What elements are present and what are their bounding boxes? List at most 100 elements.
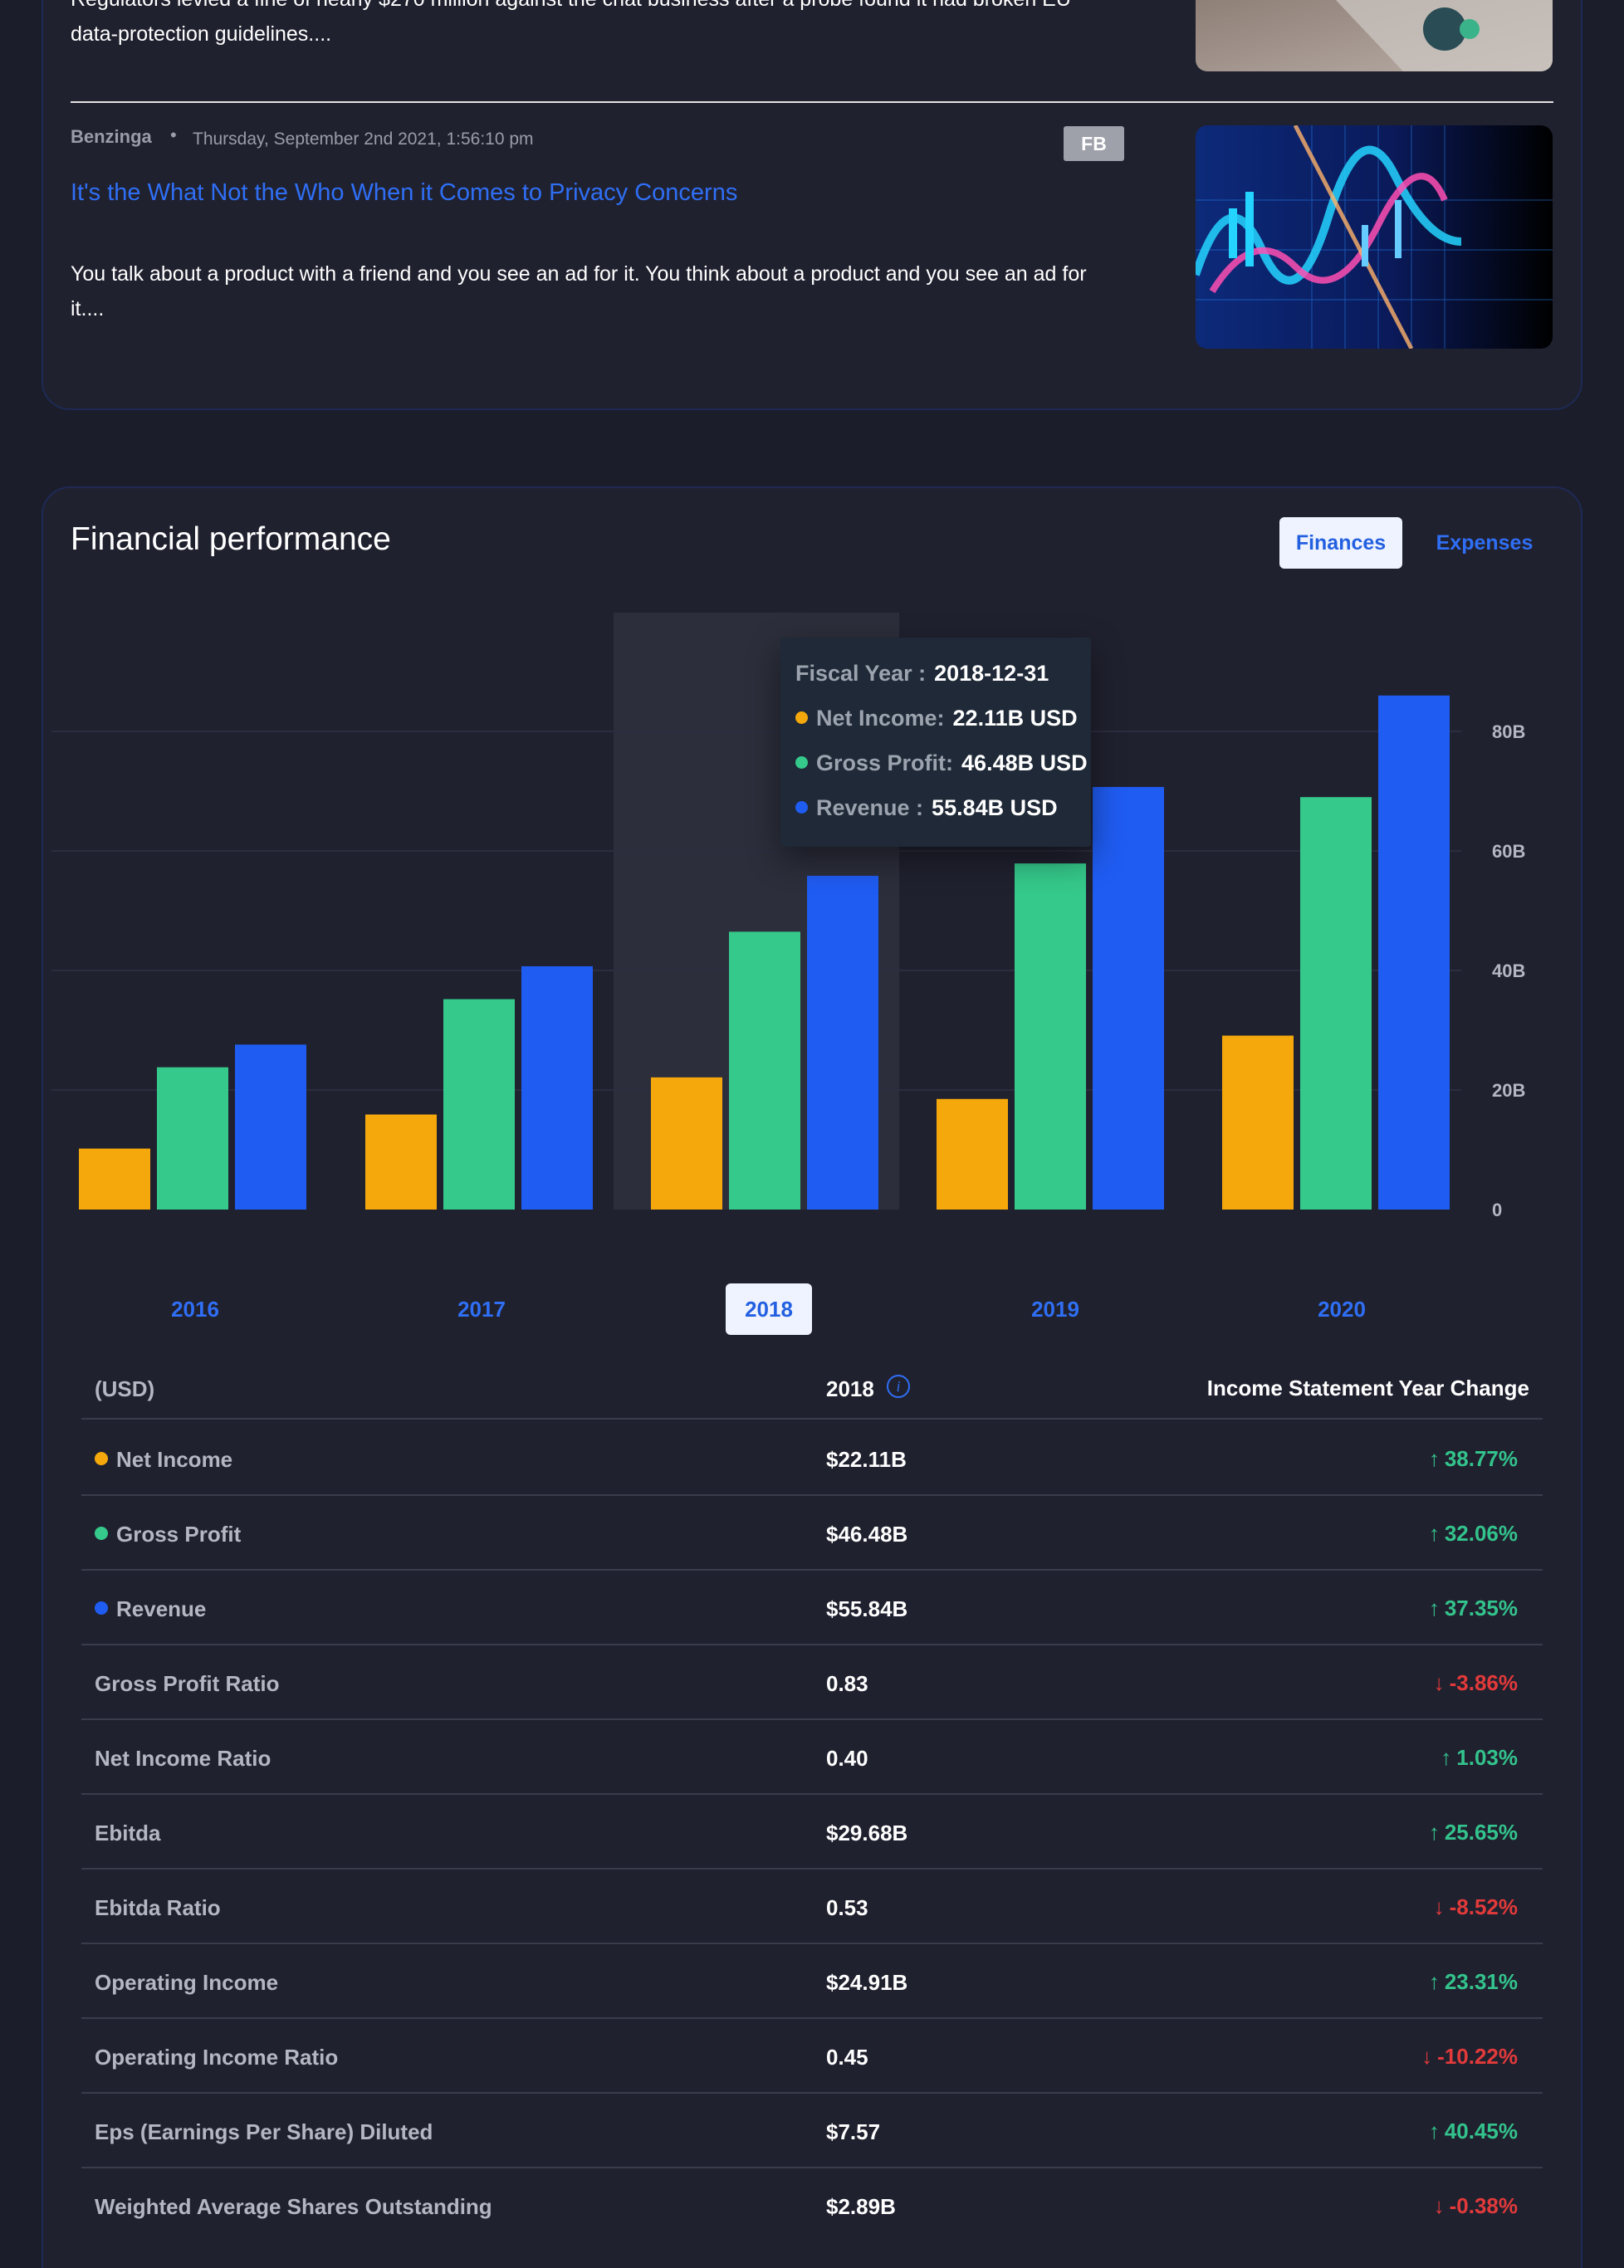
tooltip-value: 2018-12-31 — [934, 661, 1049, 686]
row-value: $24.91B — [826, 1970, 908, 1995]
row-value: $55.84B — [826, 1596, 908, 1621]
year-header: 2018 — [826, 1376, 874, 1401]
arrow-up-icon: ↑ — [1428, 1446, 1440, 1471]
row-change-value: -8.52% — [1449, 1894, 1518, 1919]
row-value: 0.53 — [826, 1895, 868, 1920]
row-change-value: 32.06% — [1444, 1521, 1518, 1546]
series-dot — [95, 1527, 108, 1540]
bar-net-income[interactable] — [651, 1077, 722, 1210]
row-value: 0.83 — [826, 1671, 868, 1696]
year-button-2019[interactable]: 2019 — [1012, 1283, 1098, 1335]
row-change-value: -10.22% — [1437, 2044, 1518, 2069]
bar-revenue[interactable] — [521, 965, 593, 1210]
year-button-2020[interactable]: 2020 — [1299, 1283, 1385, 1335]
row-value: 0.40 — [826, 1746, 868, 1771]
row-value: $22.11B — [826, 1447, 907, 1472]
row-label-text: Gross Profit Ratio — [95, 1671, 280, 1696]
row-label-text: Net Income — [116, 1447, 233, 1472]
row-change-value: -0.38% — [1449, 2193, 1518, 2218]
y-tick-label: 40B — [1492, 960, 1525, 981]
year-change-header: Income Statement Year Change — [1206, 1376, 1529, 1400]
row-change-value: 40.45% — [1444, 2119, 1518, 2143]
bar-revenue[interactable] — [1093, 786, 1164, 1210]
bar-revenue[interactable] — [235, 1044, 306, 1210]
row-label: Eps (Earnings Per Share) Diluted — [95, 2119, 433, 2145]
table-row: Gross Profit $46.48B ↑ 32.06% — [81, 1496, 1543, 1571]
row-label-text: Gross Profit — [116, 1522, 242, 1547]
row-change: ↑ 37.35% — [1429, 1596, 1518, 1621]
bar-net-income[interactable] — [365, 1114, 437, 1210]
tooltip-net-income: Net Income: 22.11B USD — [795, 706, 1078, 731]
info-icon[interactable]: i — [887, 1375, 910, 1398]
row-label: Ebitda — [95, 1821, 160, 1846]
row-label-text: Eps (Earnings Per Share) Diluted — [95, 2119, 433, 2144]
row-change-value: 23.31% — [1444, 1969, 1518, 1994]
gross-profit-dot — [795, 756, 808, 769]
row-value: $2.89B — [826, 2194, 896, 2219]
row-change: ↑ 40.45% — [1429, 2119, 1518, 2144]
row-label-text: Weighted Average Shares Outstanding — [95, 2194, 492, 2219]
year-button-2017[interactable]: 2017 — [438, 1283, 525, 1335]
arrow-up-icon: ↑ — [1428, 1969, 1440, 1994]
bar-net-income[interactable] — [937, 1098, 1008, 1210]
row-label: Operating Income Ratio — [95, 2045, 338, 2070]
row-change-value: 25.65% — [1444, 1820, 1518, 1845]
row-label: Net Income — [95, 1447, 232, 1473]
year-button-2016[interactable]: 2016 — [152, 1283, 238, 1335]
table-row: Gross Profit Ratio 0.83 ↓ -3.86% — [81, 1645, 1543, 1720]
tooltip-label: Revenue : — [816, 795, 924, 820]
row-change: ↑ 25.65% — [1429, 1820, 1518, 1845]
row-label: Gross Profit — [95, 1522, 241, 1547]
arrow-up-icon: ↑ — [1428, 1521, 1440, 1546]
tooltip-revenue: Revenue : 55.84B USD — [795, 795, 1058, 821]
arrow-up-icon: ↑ — [1428, 1820, 1440, 1845]
year-button-2018[interactable]: 2018 — [726, 1283, 812, 1335]
bar-revenue[interactable] — [1378, 695, 1450, 1210]
tooltip-label: Net Income: — [816, 706, 945, 731]
row-change: ↓ -3.86% — [1434, 1670, 1518, 1696]
row-label-text: Ebitda Ratio — [95, 1895, 221, 1920]
bar-net-income[interactable] — [1222, 1035, 1294, 1210]
arrow-down-icon: ↓ — [1433, 1894, 1445, 1919]
financial-bar-chart[interactable]: 0 20B 40B 60B 80B — [0, 0, 1624, 1262]
row-label-text: Ebitda — [95, 1821, 161, 1845]
arrow-down-icon: ↓ — [1433, 1670, 1445, 1695]
series-dot — [95, 1601, 108, 1615]
row-label-text: Net Income Ratio — [95, 1746, 271, 1771]
tooltip-label: Fiscal Year : — [795, 661, 927, 686]
table-row: Revenue $55.84B ↑ 37.35% — [81, 1571, 1543, 1645]
row-change: ↓ -10.22% — [1421, 2044, 1518, 2070]
tooltip-gross-profit: Gross Profit: 46.48B USD — [795, 750, 1088, 776]
row-label: Revenue — [95, 1596, 206, 1622]
table-header: (USD) 2018 i Income Statement Year Chang… — [81, 1361, 1543, 1420]
row-value: $7.57 — [826, 2119, 881, 2144]
row-change: ↑ 38.77% — [1429, 1446, 1518, 1472]
row-change: ↓ -0.38% — [1434, 2193, 1518, 2219]
table-row: Net Income Ratio 0.40 ↑ 1.03% — [81, 1720, 1543, 1795]
arrow-down-icon: ↓ — [1433, 2193, 1445, 2218]
bar-gross-profit[interactable] — [157, 1067, 228, 1210]
row-label: Ebitda Ratio — [95, 1895, 221, 1921]
arrow-up-icon: ↑ — [1428, 2119, 1440, 2143]
row-change: ↑ 1.03% — [1441, 1745, 1518, 1771]
arrow-up-icon: ↑ — [1441, 1745, 1452, 1770]
row-label: Gross Profit Ratio — [95, 1671, 279, 1697]
bar-gross-profit[interactable] — [729, 931, 800, 1210]
arrow-up-icon: ↑ — [1428, 1596, 1440, 1620]
row-value: $29.68B — [826, 1821, 908, 1845]
currency-header: (USD) — [95, 1376, 155, 1401]
row-change: ↑ 23.31% — [1429, 1969, 1518, 1995]
tooltip-value: 55.84B USD — [932, 795, 1058, 820]
row-change-value: 38.77% — [1444, 1446, 1518, 1471]
net-income-dot — [795, 711, 808, 724]
series-dot — [95, 1452, 108, 1465]
row-change: ↓ -8.52% — [1434, 1894, 1518, 1920]
row-value: $46.48B — [826, 1522, 908, 1547]
bar-revenue[interactable] — [807, 875, 878, 1210]
bar-gross-profit[interactable] — [1300, 797, 1372, 1210]
row-label-text: Revenue — [116, 1596, 207, 1621]
tooltip-fiscal-year: Fiscal Year : 2018-12-31 — [795, 661, 1049, 687]
bar-gross-profit[interactable] — [443, 999, 515, 1210]
bar-net-income[interactable] — [79, 1148, 150, 1210]
bar-gross-profit[interactable] — [1015, 863, 1086, 1210]
